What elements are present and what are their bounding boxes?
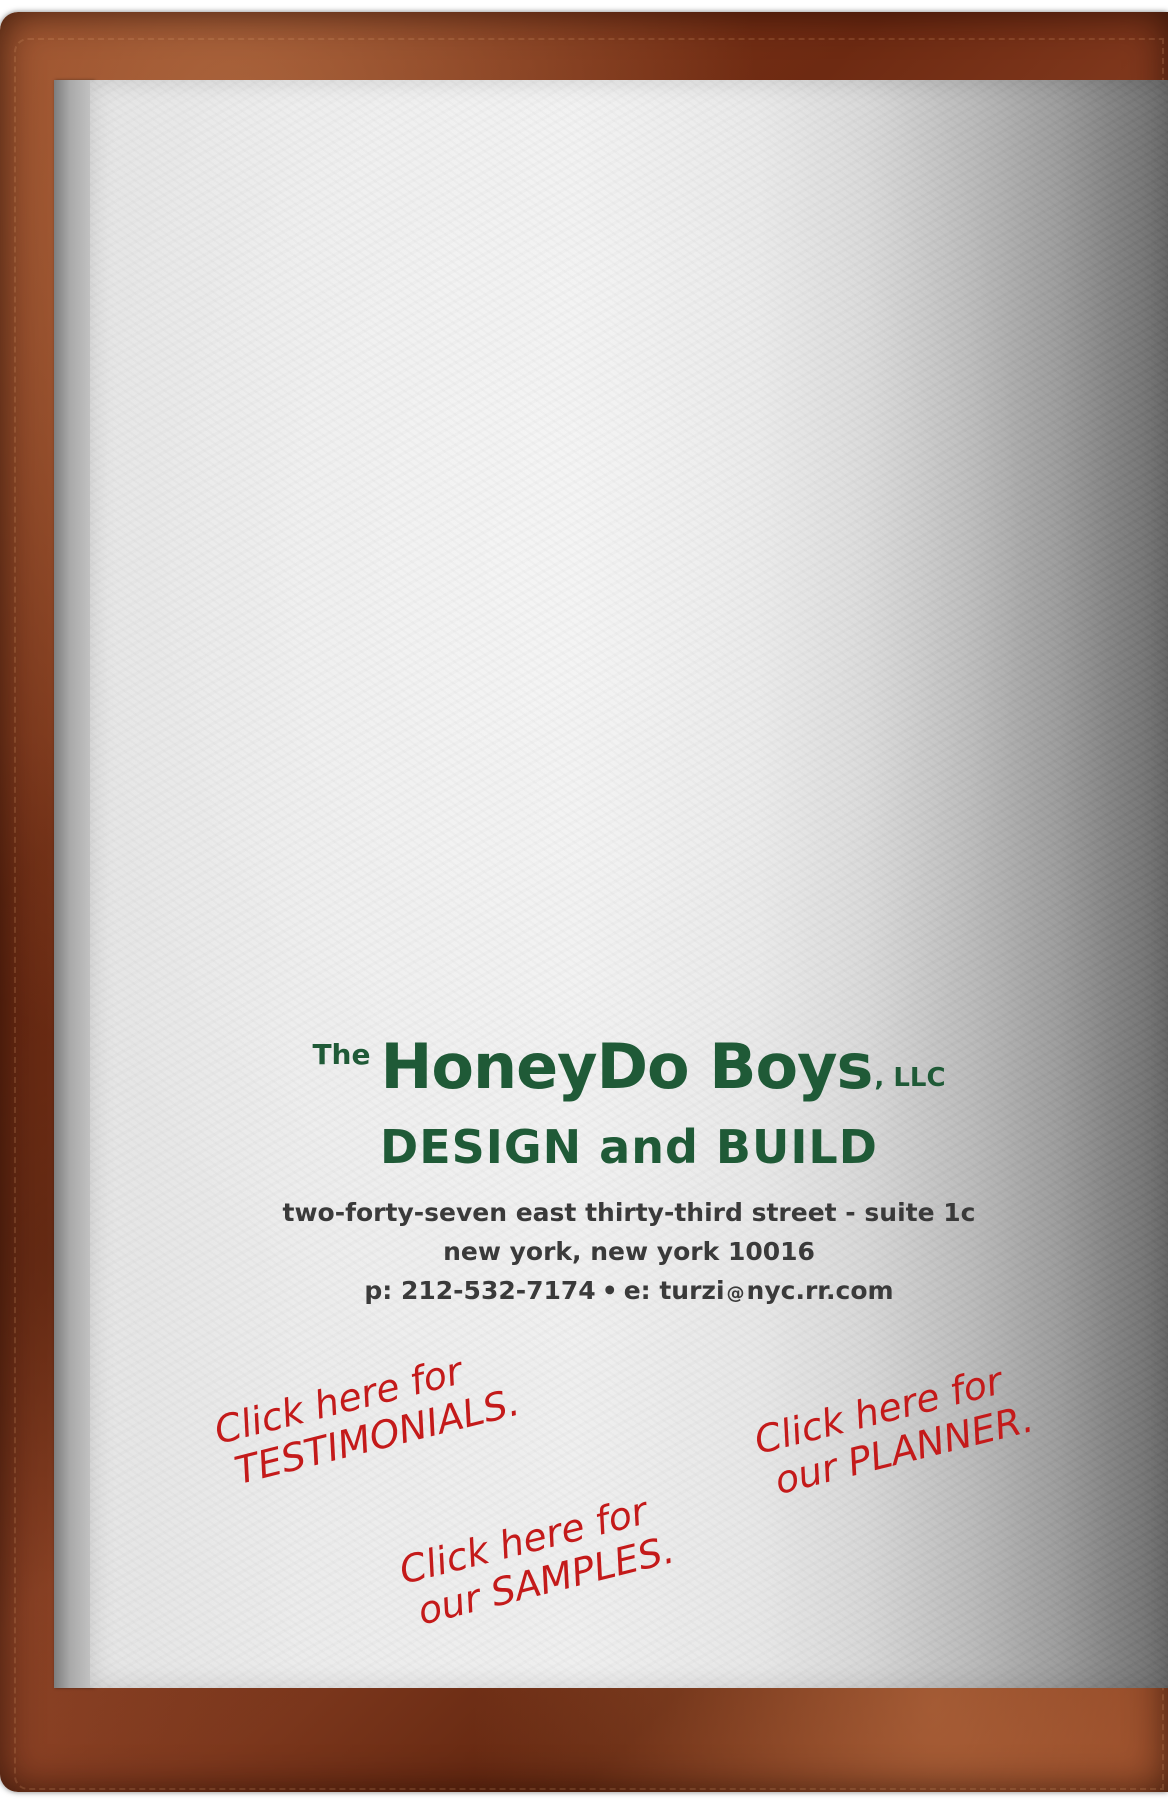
- logo-llc: , LLC: [874, 1063, 946, 1093]
- company-logo: The HoneyDo Boys, LLC: [90, 1030, 1168, 1110]
- email-domain[interactable]: nyc.rr.com: [747, 1276, 894, 1305]
- separator-bullet: •: [601, 1276, 618, 1305]
- logo-company-name: HoneyDo Boys: [380, 1030, 873, 1103]
- page-stack-edge: [54, 80, 94, 1688]
- email-user[interactable]: e: turzi: [624, 1276, 725, 1305]
- address-street: two-forty-seven east thirty-third street…: [282, 1198, 976, 1227]
- menu-book-page: The HoneyDo Boys, LLC DESIGN and BUILD tw…: [0, 0, 1168, 1800]
- logo-the: The: [312, 1038, 371, 1071]
- logo-tagline: DESIGN and BUILD: [380, 1120, 878, 1174]
- paper-page: The HoneyDo Boys, LLC DESIGN and BUILD tw…: [90, 80, 1168, 1688]
- phone-number: p: 212-532-7174: [364, 1276, 596, 1305]
- email-at-sign[interactable]: @: [727, 1283, 745, 1304]
- address-city: new york, new york 10016: [443, 1237, 815, 1266]
- contact-line: p: 212-532-7174 • e: turzi @nyc.rr.com: [90, 1276, 1168, 1305]
